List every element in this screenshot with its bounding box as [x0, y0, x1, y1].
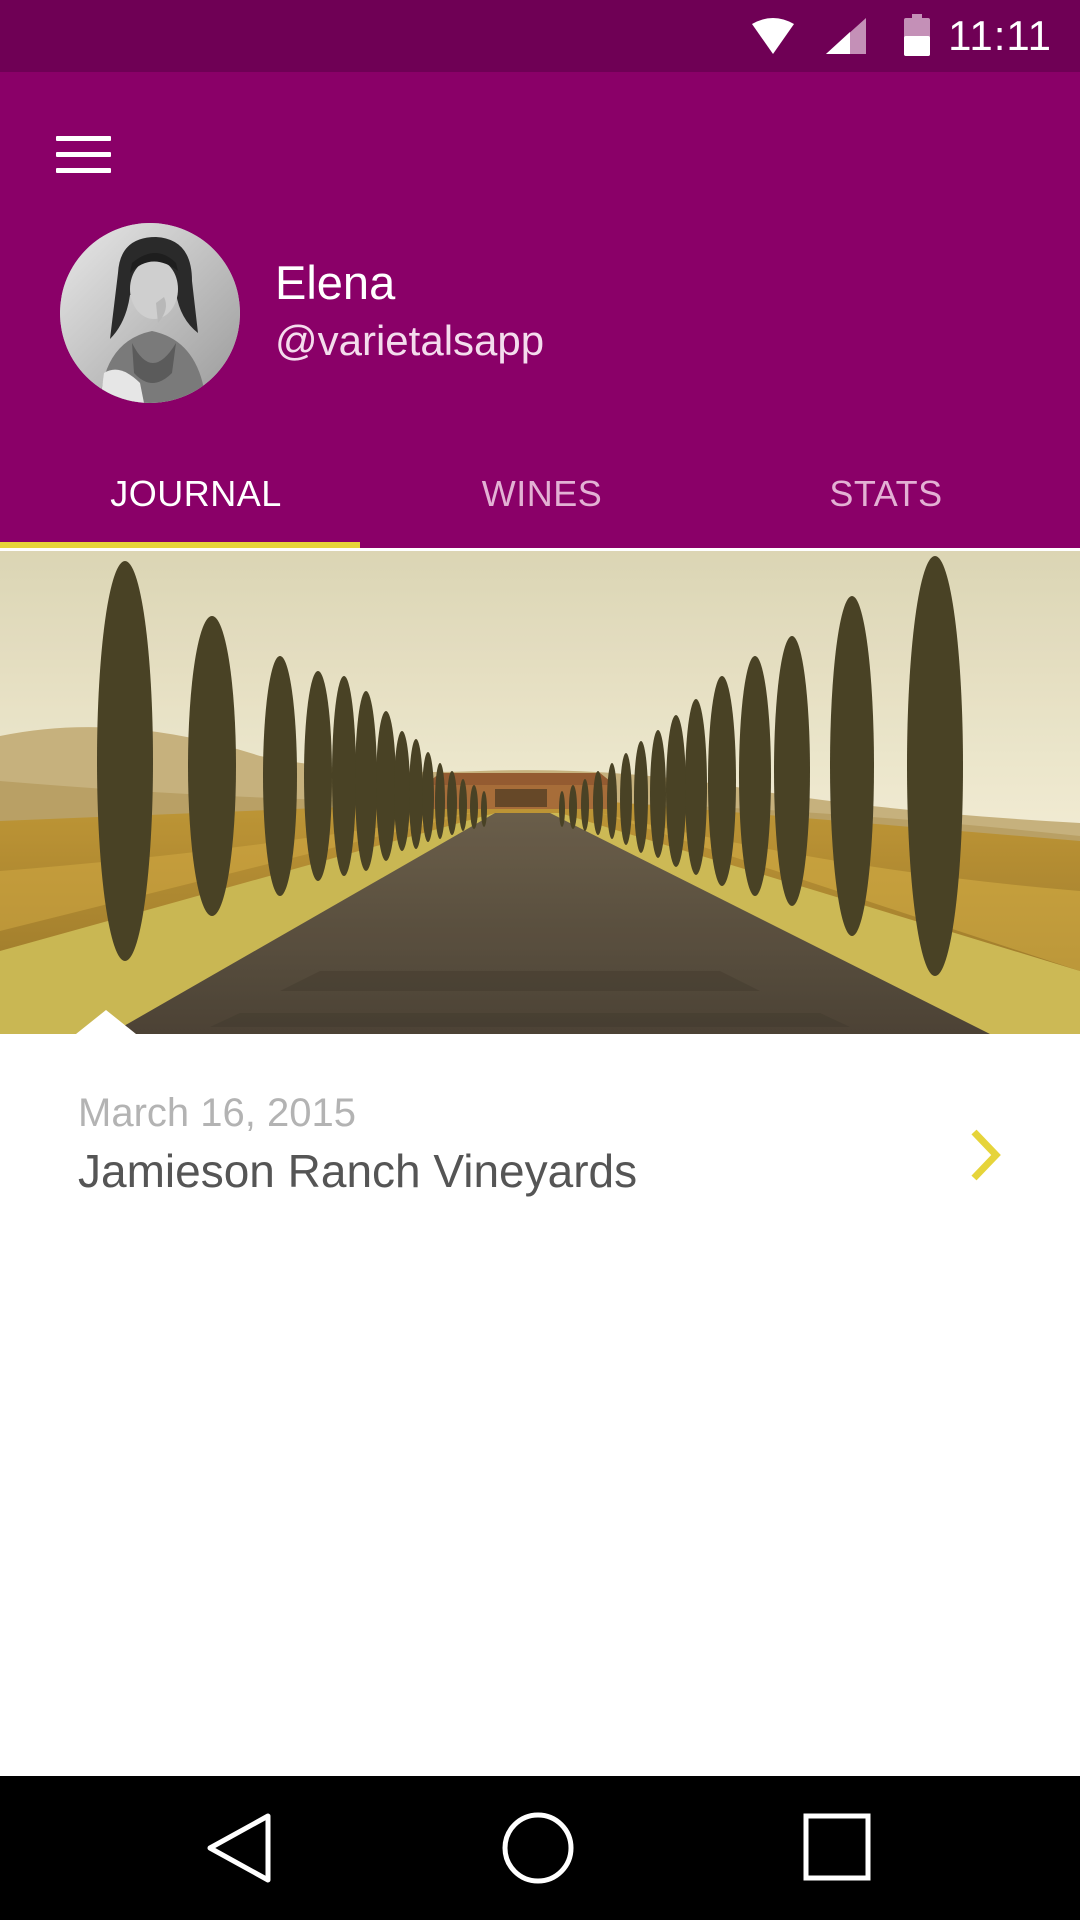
status-time: 11:11: [948, 12, 1052, 59]
recents-icon[interactable]: [777, 1800, 897, 1896]
profile-name: Elena: [275, 256, 396, 309]
chevron-right-icon[interactable]: [966, 1126, 1006, 1184]
status-bar: 11:11: [0, 0, 1080, 72]
app-screen: 11:11 Elena @varietalsapp JOURNAL WINES …: [0, 0, 1080, 1920]
cell-signal-icon: [826, 18, 866, 54]
profile-handle: @varietalsapp: [275, 317, 545, 364]
battery-icon: [904, 14, 930, 56]
wifi-icon: [752, 18, 794, 54]
entry-title: Jamieson Ranch Vineyards: [78, 1145, 638, 1197]
journal-entry-image[interactable]: [0, 551, 1080, 1034]
entry-date: March 16, 2015: [78, 1091, 356, 1135]
tab-journal[interactable]: JOURNAL: [0, 440, 392, 548]
back-icon[interactable]: [180, 1800, 300, 1896]
tab-wines[interactable]: WINES: [392, 440, 692, 548]
journal-entry[interactable]: March 16, 2015 Jamieson Ranch Vineyards: [0, 1034, 1080, 1234]
home-icon[interactable]: [478, 1800, 598, 1896]
tab-selected-indicator: [0, 542, 360, 548]
image-pointer-notch: [76, 1010, 136, 1034]
tab-stats[interactable]: STATS: [692, 440, 1080, 548]
menu-button[interactable]: [40, 116, 126, 196]
avatar[interactable]: [60, 223, 240, 403]
vineyard-road-cypress-trees-photo: [0, 551, 1080, 1034]
tab-bar: JOURNAL WINES STATS: [0, 440, 1080, 548]
system-nav-bar: [0, 1776, 1080, 1920]
user-avatar-photo: [60, 223, 240, 403]
tab-stats-label: STATS: [829, 473, 943, 514]
tab-journal-label: JOURNAL: [110, 473, 282, 514]
tab-wines-label: WINES: [481, 473, 603, 514]
